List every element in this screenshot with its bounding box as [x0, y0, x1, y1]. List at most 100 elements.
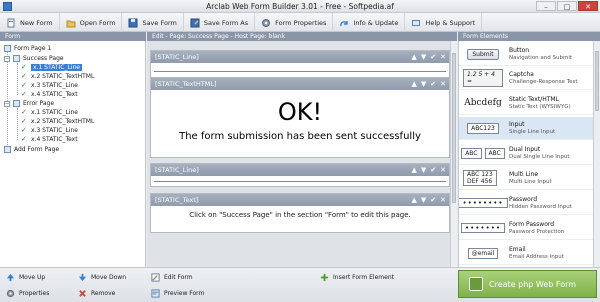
move-down-icon[interactable]: ▼ — [421, 164, 426, 176]
preview-form-label: Preview Form — [164, 289, 205, 297]
edit-check-icon[interactable]: ✔ — [430, 51, 436, 63]
save-form-as-button[interactable]: Save Form As — [184, 13, 256, 32]
move-up-icon[interactable]: ▲ — [411, 164, 416, 176]
close-button[interactable]: ✕ — [578, 1, 598, 11]
collapse-icon[interactable]: − — [4, 100, 10, 107]
save-form-button[interactable]: Save Form — [122, 13, 184, 32]
insert-form-element-button[interactable]: Insert Form Element — [314, 269, 394, 285]
input-preview: ABC123 — [467, 122, 499, 134]
delete-icon[interactable]: ✕ — [440, 51, 446, 63]
minimize-button[interactable]: – — [536, 1, 556, 11]
static-text-content: Click on "Success Page" in the section "… — [189, 211, 411, 219]
move-up-icon[interactable]: ▲ — [411, 51, 416, 63]
move-up-icon[interactable]: ▲ — [411, 78, 416, 90]
elements-pane-header: Form Elements — [458, 32, 600, 41]
static-line — [154, 71, 446, 72]
open-form-label: Open Form — [79, 18, 116, 27]
form-properties-button[interactable]: Form Properties — [255, 13, 334, 32]
move-up-icon[interactable]: ▲ — [411, 194, 416, 206]
element-captcha[interactable]: 1.2 5 + 4 = Captcha Challenge-Response T… — [459, 67, 594, 90]
element-preview: Submit — [463, 47, 503, 61]
element-name: Captcha — [509, 71, 534, 78]
element-form-password[interactable]: ••••••• Form Password Password Protectio… — [459, 217, 594, 240]
help-support-button[interactable]: Help & Support — [405, 13, 483, 32]
ok-heading: OK! — [277, 98, 323, 126]
scrollbar-thumb[interactable] — [595, 51, 599, 111]
static-texthtml-block[interactable]: [STATIC_TextHTML] ▲ ▼ ✔ ✕ OK! The form s… — [150, 77, 450, 158]
editor-scrollbar[interactable] — [450, 41, 457, 267]
element-preview: 1.2 5 + 4 = — [463, 69, 503, 87]
element-name: Form Password — [509, 221, 555, 228]
open-form-button[interactable]: Open Form — [60, 13, 123, 32]
submit-preview: Submit — [467, 48, 499, 60]
preview-form-button[interactable]: Preview Form — [145, 285, 204, 301]
plus-icon — [320, 273, 329, 281]
block-controls: ▲ ▼ ✔ ✕ — [411, 51, 446, 63]
static-text-block[interactable]: [STATIC_Text] ▲ ▼ ✔ ✕ Click on "Success … — [150, 193, 450, 233]
page-icon — [13, 100, 20, 107]
scrollbar-thumb[interactable] — [452, 53, 456, 203]
help-support-label: Help & Support — [425, 18, 476, 27]
static-line — [154, 181, 446, 182]
element-desc: Static Text (WYSIWYG) — [509, 104, 571, 110]
static-line-block[interactable]: [STATIC_Line] ▲ ▼ ✔ ✕ — [150, 163, 450, 187]
edit-check-icon[interactable]: ✔ — [430, 78, 436, 90]
delete-icon[interactable]: ✕ — [440, 164, 446, 176]
remove-button[interactable]: Remove — [72, 285, 115, 301]
properties-label: Properties — [19, 289, 50, 297]
collapse-icon[interactable]: − — [4, 55, 10, 62]
elements-scrollbar[interactable] — [593, 41, 600, 267]
create-php-web-form-button[interactable]: Create php Web Form — [458, 270, 597, 298]
block-controls: ▲ ▼ ✔ ✕ — [411, 78, 446, 90]
tree-item-label: Success Page — [23, 55, 64, 62]
tree-item-error-text[interactable]: ✓ x.4 STATIC_Text — [21, 135, 78, 144]
tree-item-label: Error Page — [23, 100, 55, 107]
tree-item-add-form-page[interactable]: Add Form Page — [4, 145, 59, 154]
tree-item-success-page[interactable]: − Success Page — [4, 54, 64, 63]
element-static-text[interactable]: Abcdefg Static Text/HTML Static Text (WY… — [459, 92, 594, 115]
element-preview: ••••••• — [461, 221, 505, 235]
tree-item-success-texthtml[interactable]: ✓ x.2 STATIC_TextHTML — [21, 72, 94, 81]
tree-item-error-page[interactable]: − Error Page — [4, 99, 54, 108]
delete-icon[interactable]: ✕ — [440, 78, 446, 90]
static-line-block[interactable]: [STATIC_Line] ▲ ▼ ✔ ✕ — [150, 50, 450, 80]
delete-icon[interactable]: ✕ — [440, 194, 446, 206]
checkmark-icon: ✓ — [21, 63, 27, 71]
new-form-button[interactable]: New Form — [0, 13, 60, 32]
element-name: Button — [509, 47, 530, 54]
tree-item-success-line-3[interactable]: ✓ x.3 STATIC_Line — [21, 81, 78, 90]
element-email[interactable]: @email Email Email Address Input — [459, 242, 594, 265]
element-desc: Hidden Password Input — [509, 204, 572, 210]
save-icon — [128, 18, 138, 27]
move-down-button[interactable]: Move Down — [72, 269, 126, 285]
tree-item-error-texthtml[interactable]: ✓ x.2 STATIC_TextHTML — [21, 117, 94, 126]
element-multi-line[interactable]: ABC 123 DEF 456 Multi Line Multi Line In… — [459, 167, 594, 190]
tree-item-error-line-3[interactable]: ✓ x.3 STATIC_Line — [21, 126, 78, 135]
info-update-button[interactable]: Info & Update — [333, 13, 406, 32]
element-dual-input[interactable]: ABC ABC Dual Input Dual Single Line Inpu… — [459, 142, 594, 165]
edit-check-icon[interactable]: ✔ — [430, 194, 436, 206]
element-preview: ABC 123 DEF 456 — [463, 170, 503, 186]
tree-item-success-text[interactable]: ✓ x.4 STATIC_Text — [21, 90, 78, 99]
move-down-icon[interactable]: ▼ — [421, 78, 426, 90]
block-body — [151, 176, 449, 187]
move-down-icon[interactable]: ▼ — [421, 51, 426, 63]
element-desc: Dual Single Line Input — [509, 154, 570, 160]
element-password[interactable]: •••••••• Password Hidden Password Input — [459, 192, 594, 215]
element-input[interactable]: ABC123 Input Single Line Input — [459, 117, 594, 140]
edit-form-button[interactable]: Edit Form — [145, 269, 193, 285]
move-down-icon[interactable]: ▼ — [421, 194, 426, 206]
main-toolbar: New Form Open Form Save Form Save Form A… — [0, 13, 600, 32]
block-header: [STATIC_Text] ▲ ▼ ✔ ✕ — [151, 194, 449, 206]
properties-button[interactable]: Properties — [0, 285, 49, 301]
maximize-button[interactable]: □ — [557, 1, 577, 11]
block-title: [STATIC_Line] — [155, 53, 199, 61]
tree-item-success-line-1[interactable]: ✓ x.1 STATIC_Line — [21, 63, 82, 72]
edit-check-icon[interactable]: ✔ — [430, 164, 436, 176]
element-button[interactable]: Submit Button Navigation and Submit — [459, 43, 594, 66]
tree-item-error-line-1[interactable]: ✓ x.1 STATIC_Line — [21, 108, 78, 117]
tree-item-form-page-1[interactable]: Form Page 1 — [4, 44, 51, 53]
move-up-button[interactable]: Move Up — [0, 269, 45, 285]
element-name: Dual Input — [509, 146, 541, 153]
block-title: [STATIC_Line] — [155, 166, 199, 174]
